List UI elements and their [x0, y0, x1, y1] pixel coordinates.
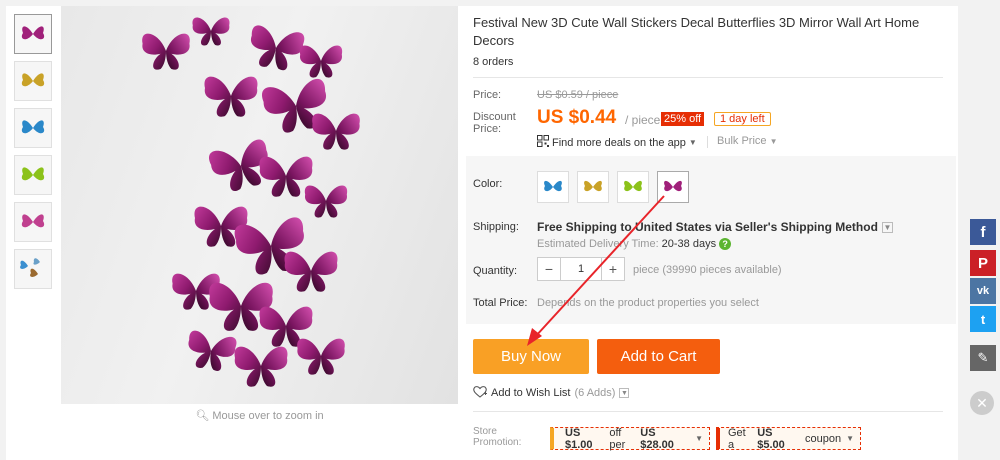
zoom-hint-text: Mouse over to zoom in — [212, 410, 324, 422]
quantity-note: piece (39990 pieces available) — [633, 264, 782, 276]
color-swatches — [537, 171, 689, 203]
coupon1-threshold: US $28.00 — [640, 426, 674, 451]
thumbnail-purple[interactable] — [14, 14, 52, 54]
caret-down-icon: ▼ — [695, 434, 703, 443]
quantity-input[interactable] — [560, 258, 602, 280]
quantity-stepper: − + — [537, 257, 625, 281]
thumbnail-green[interactable] — [14, 155, 52, 195]
coupon2-suffix: coupon — [804, 432, 842, 445]
total-price-label: Total Price: — [473, 297, 528, 309]
shipping-label: Shipping: — [473, 221, 519, 233]
facebook-share-icon[interactable]: f — [970, 219, 996, 245]
product-page: 🔍︎ Mouse over to zoom in Festival New 3D… — [6, 6, 958, 460]
coupon1-amount: US $1.00 — [565, 426, 593, 451]
coupon2-amount: US $5.00 — [757, 426, 785, 451]
add-to-wish-list[interactable]: Add to Wish List (6 Adds) ▼ — [473, 385, 630, 401]
product-main-image[interactable] — [61, 6, 458, 404]
wish-count: (6 Adds) — [574, 387, 616, 399]
promotion-coupon-2[interactable]: Get a US $5.00 coupon ▼ — [716, 426, 861, 451]
eta-value: 20-38 days — [661, 238, 717, 250]
increment-button[interactable]: + — [602, 258, 624, 280]
thumbnail-gold[interactable] — [14, 61, 52, 101]
shipping-dropdown-icon[interactable]: ▼ — [881, 221, 893, 233]
edit-icon[interactable]: ✎ — [970, 345, 996, 371]
caret-down-icon: ▼ — [846, 434, 854, 443]
coupon1-mid: off per — [609, 426, 626, 451]
divider — [473, 411, 943, 412]
close-icon[interactable]: ✕ — [970, 391, 994, 415]
color-label: Color: — [473, 178, 503, 190]
thumbnail-list — [14, 14, 56, 296]
delivery-estimate: Estimated Delivery Time: 20-38 days ? — [537, 238, 732, 250]
zoom-hint: 🔍︎ Mouse over to zoom in — [61, 409, 458, 422]
swatch-green[interactable] — [617, 171, 649, 203]
butterflies-image — [142, 17, 360, 387]
heart-plus-icon — [473, 385, 487, 401]
vk-share-icon[interactable]: vk — [970, 278, 996, 304]
twitter-share-icon[interactable]: t — [970, 306, 996, 332]
options-panel: Color: Shipping: Free Shipping to United… — [466, 6, 956, 460]
help-icon[interactable]: ? — [719, 238, 732, 250]
total-price-note: Depends on the product properties you se… — [537, 297, 759, 309]
eta-label: Estimated Delivery Time: — [537, 238, 659, 250]
thumbnail-blue[interactable] — [14, 108, 52, 148]
thumbnail-mixed[interactable] — [14, 249, 52, 289]
swatch-purple[interactable] — [657, 171, 689, 203]
wish-dropdown-icon[interactable]: ▼ — [619, 388, 630, 398]
thumbnail-pink[interactable] — [14, 202, 52, 242]
wish-list-text: Add to Wish List — [491, 387, 571, 399]
add-to-cart-button[interactable]: Add to Cart — [597, 339, 720, 374]
pinterest-share-icon[interactable]: P — [970, 250, 996, 276]
decrement-button[interactable]: − — [538, 258, 560, 280]
store-promotion-label: Store Promotion: — [473, 426, 522, 448]
shipping-text: Free Shipping to United States via Selle… — [537, 220, 878, 234]
quantity-label: Quantity: — [473, 265, 518, 277]
shipping-method: Free Shipping to United States via Selle… — [537, 220, 893, 234]
coupon2-prefix: Get a — [728, 426, 746, 451]
promotion-coupon-1[interactable]: US $1.00 off per US $28.00 ▼ — [550, 426, 710, 451]
swatch-blue[interactable] — [537, 171, 569, 203]
swatch-gold[interactable] — [577, 171, 609, 203]
buy-now-button[interactable]: Buy Now — [473, 339, 589, 374]
magnifier-icon: 🔍︎ — [195, 410, 210, 422]
